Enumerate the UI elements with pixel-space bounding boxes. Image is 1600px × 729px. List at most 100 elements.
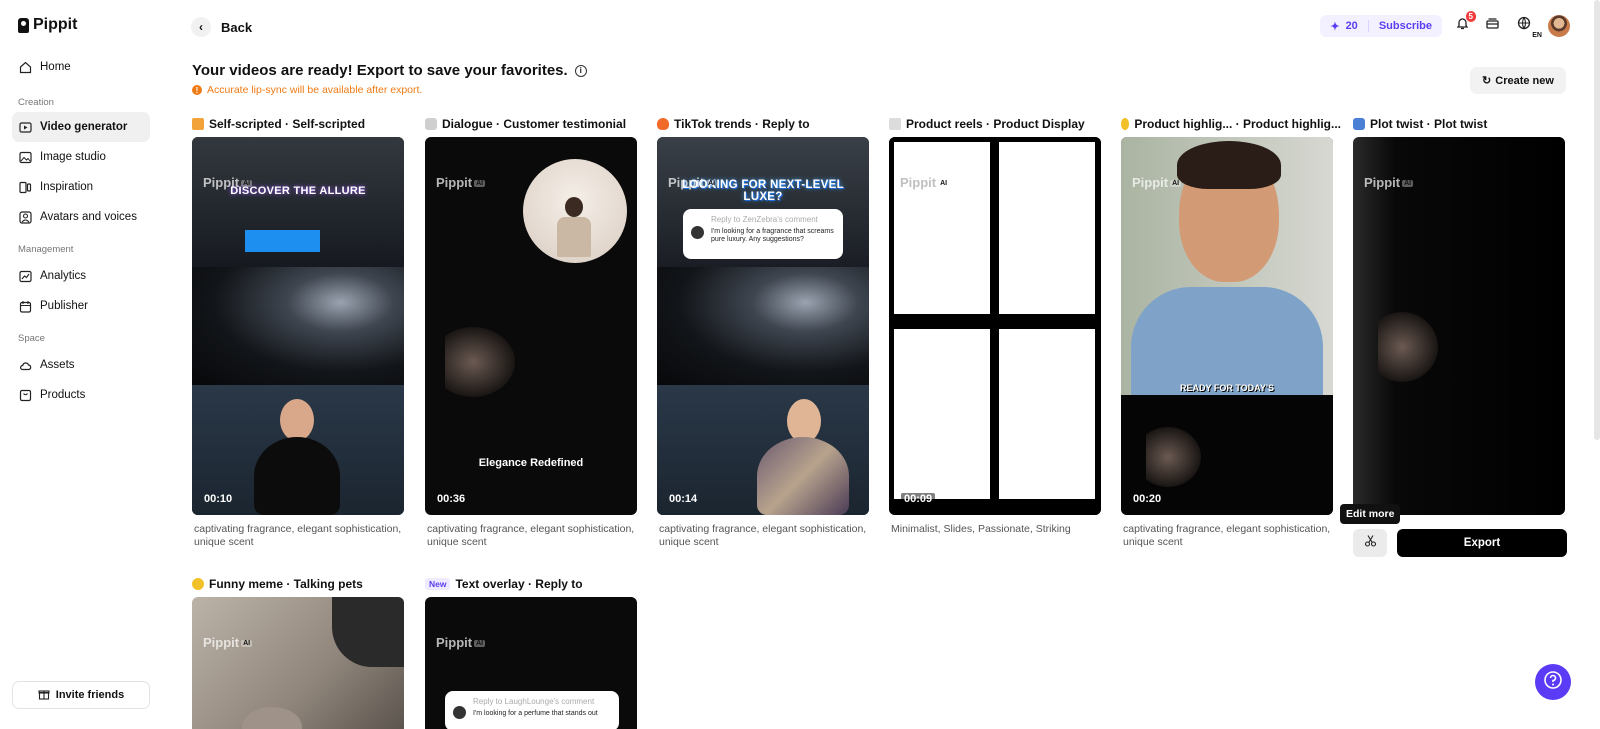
- film-panel: [894, 329, 990, 499]
- export-button[interactable]: Export: [1397, 529, 1567, 557]
- notifications-button[interactable]: 5: [1452, 11, 1476, 36]
- sidebar-item-assets[interactable]: Assets: [12, 350, 150, 380]
- spray-scene: [192, 267, 404, 385]
- watermark-text: Pippit: [1132, 175, 1169, 190]
- create-new-button[interactable]: ↻ Create new: [1470, 67, 1566, 94]
- section-space: Space: [18, 333, 45, 344]
- video-thumbnail[interactable]: LOOKING FOR NEXT-LEVEL LUXE? Reply to Ze…: [657, 137, 869, 515]
- watermark-ai: AI: [241, 640, 253, 648]
- sidebar-item-label: Image studio: [40, 151, 106, 163]
- inbox-button[interactable]: [1482, 16, 1502, 36]
- sidebar: Pippit Home Creation Video generator Ima…: [0, 0, 162, 729]
- card-title: TikTok trends · Reply to: [657, 117, 877, 131]
- card-title-text: Dialogue · Customer testimonial: [442, 117, 627, 131]
- reply-comment-bubble: Reply to LaughLounge's comment I'm looki…: [445, 691, 619, 729]
- sparkle-icon: ✦: [1330, 20, 1340, 33]
- credits-pill[interactable]: ✦ 20 Subscribe: [1320, 15, 1442, 37]
- card-title: Funny meme · Talking pets: [192, 577, 412, 591]
- card-title-text: Product highlig... · Product highlig...: [1134, 117, 1341, 131]
- card-title: New Text overlay · Reply to: [425, 577, 645, 591]
- page-title-text: Your videos are ready! Export to save yo…: [192, 62, 568, 79]
- subscribe-link[interactable]: Subscribe: [1379, 20, 1432, 32]
- sidebar-item-label: Inspiration: [40, 181, 94, 193]
- video-thumbnail[interactable]: Pippit AI 00:09: [889, 137, 1101, 515]
- card-title: Dialogue · Customer testimonial: [425, 117, 645, 131]
- watermark: Pippit AI: [436, 635, 486, 650]
- video-tags: captivating fragrance, elegant sophistic…: [659, 523, 867, 548]
- sidebar-item-home[interactable]: Home: [12, 52, 150, 82]
- sidebar-item-products[interactable]: Products: [12, 380, 150, 410]
- video-thumbnail[interactable]: Pippit AI: [1353, 137, 1565, 515]
- pet-head: [242, 707, 302, 729]
- avatar-icon: [19, 210, 32, 224]
- back-label: Back: [221, 19, 253, 35]
- watermark-ai: AI: [474, 180, 486, 188]
- sparkle-icon: [1121, 118, 1130, 130]
- video-tags: Minimalist, Slides, Passionate, Striking: [891, 523, 1071, 535]
- invite-friends-button[interactable]: Invite friends: [12, 681, 150, 709]
- perfume-hand: [1378, 312, 1438, 382]
- edit-more-button[interactable]: [1353, 529, 1387, 557]
- watermark-ai: AI: [706, 180, 718, 188]
- sidebar-item-publisher[interactable]: Publisher: [12, 291, 150, 321]
- back-button[interactable]: ‹ Back: [191, 17, 252, 37]
- section-management: Management: [18, 244, 74, 255]
- video-duration: 00:09: [901, 493, 936, 505]
- card-title-text: Text overlay · Reply to: [455, 577, 583, 591]
- sidebar-item-analytics[interactable]: Analytics: [12, 261, 150, 291]
- user-avatar[interactable]: [1548, 15, 1570, 37]
- watermark: Pippit AI: [203, 635, 253, 650]
- credits-count: 20: [1345, 20, 1358, 32]
- invite-label: Invite friends: [55, 689, 125, 701]
- lip-sync-warning: ! Accurate lip-sync will be available af…: [192, 84, 422, 96]
- divider: [1367, 20, 1369, 32]
- card-title: Plot twist · Plot twist: [1353, 117, 1573, 131]
- help-button[interactable]: [1535, 664, 1571, 700]
- video-tags: captivating fragrance, elegant sophistic…: [427, 523, 635, 548]
- writing-hand-icon: [192, 118, 204, 130]
- video-thumbnail[interactable]: DISCOVER THE ALLURE Pippit AI 00:10: [192, 137, 404, 515]
- bubble-header: Reply to LaughLounge's comment: [473, 697, 595, 706]
- home-icon: [19, 61, 32, 74]
- testimonial-face: [565, 197, 583, 217]
- card-title: Self-scripted · Self-scripted: [192, 117, 412, 131]
- presenter-body: [254, 437, 340, 515]
- pippit-logo-icon: [18, 17, 29, 33]
- video-thumbnail[interactable]: Pippit AI: [192, 597, 404, 729]
- video-duration: 00:20: [1133, 493, 1162, 505]
- globe-icon: [1517, 16, 1533, 37]
- language-button[interactable]: EN: [1512, 16, 1542, 39]
- refresh-icon: ↻: [1482, 75, 1492, 87]
- scrollbar[interactable]: [1594, 0, 1600, 440]
- card-title-text: TikTok trends · Reply to: [674, 117, 810, 131]
- sidebar-item-label: Publisher: [40, 300, 88, 312]
- filmstrip: [889, 137, 1101, 515]
- scissors-icon: [1364, 534, 1377, 552]
- perfume-hand: [445, 327, 515, 397]
- sidebar-item-label: Home: [40, 61, 71, 73]
- watermark-ai: AI: [1170, 180, 1182, 188]
- inspiration-icon: [19, 181, 32, 194]
- video-duration: 00:14: [669, 493, 698, 505]
- watermark-text: Pippit: [900, 175, 937, 190]
- commenter-avatar: [691, 226, 704, 239]
- laughing-face-icon: [192, 578, 204, 590]
- watermark-text: Pippit: [436, 175, 473, 190]
- info-icon[interactable]: i: [574, 64, 587, 77]
- sidebar-item-avatars-and-voices[interactable]: Avatars and voices: [12, 202, 150, 232]
- video-overlay-text: READY FOR TODAY'S: [1180, 383, 1274, 393]
- bubble-text: I'm looking for a perfume that stands ou…: [473, 710, 598, 717]
- sidebar-item-video-generator[interactable]: Video generator: [12, 112, 150, 142]
- video-thumbnail[interactable]: Elegance Redefined Pippit AI 00:36: [425, 137, 637, 515]
- speech-bubble-icon: [425, 118, 437, 130]
- edit-more-tooltip: Edit more: [1340, 504, 1401, 524]
- video-thumbnail[interactable]: Reply to LaughLounge's comment I'm looki…: [425, 597, 637, 729]
- app-logo[interactable]: Pippit: [18, 16, 77, 34]
- sidebar-item-image-studio[interactable]: Image studio: [12, 142, 150, 172]
- page-title: Your videos are ready! Export to save yo…: [192, 62, 587, 79]
- commenter-avatar: [453, 706, 466, 719]
- video-thumbnail[interactable]: READY FOR TODAY'S Pippit AI 00:20: [1121, 137, 1333, 515]
- sidebar-item-inspiration[interactable]: Inspiration: [12, 172, 150, 202]
- new-badge: New: [425, 578, 451, 590]
- video-tags: captivating fragrance, elegant sophistic…: [1123, 523, 1331, 548]
